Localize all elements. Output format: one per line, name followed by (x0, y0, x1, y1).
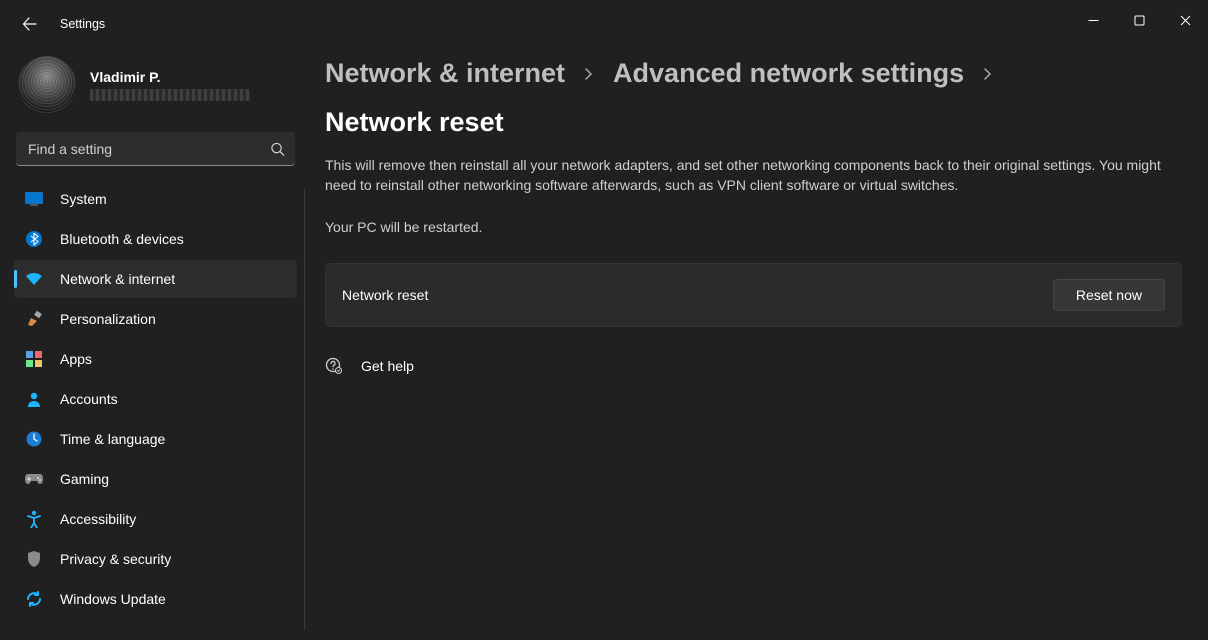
reset-now-button[interactable]: Reset now (1053, 279, 1165, 311)
sidebar-item-personalization[interactable]: Personalization (14, 300, 297, 338)
profile-name: Vladimir P. (90, 69, 250, 85)
window-controls (1070, 0, 1208, 40)
sidebar-item-label: Bluetooth & devices (60, 231, 184, 247)
minimize-button[interactable] (1070, 0, 1116, 40)
search-icon (270, 142, 285, 157)
sidebar-item-label: Personalization (60, 311, 156, 327)
wifi-icon (24, 269, 44, 289)
sync-icon (24, 589, 44, 609)
paintbrush-icon (24, 309, 44, 329)
sidebar-item-accessibility[interactable]: Accessibility (14, 500, 297, 538)
sidebar-item-apps[interactable]: Apps (14, 340, 297, 378)
profile-email-redacted (90, 89, 250, 101)
main-content: Network & internet Advanced network sett… (305, 48, 1208, 640)
sidebar-item-network[interactable]: Network & internet (14, 260, 297, 298)
chevron-right-icon (982, 64, 994, 85)
sidebar-item-label: Accounts (60, 391, 118, 407)
sidebar-item-label: Gaming (60, 471, 109, 487)
system-icon (24, 189, 44, 209)
network-reset-card: Network reset Reset now (325, 263, 1182, 327)
sidebar-item-label: Privacy & security (60, 551, 171, 567)
sidebar-item-privacy[interactable]: Privacy & security (14, 540, 297, 578)
sidebar-divider (304, 188, 305, 630)
sidebar: Vladimir P. System Bluetooth & devic (0, 48, 305, 640)
close-button[interactable] (1162, 0, 1208, 40)
sidebar-item-label: Windows Update (60, 591, 166, 607)
clock-globe-icon (24, 429, 44, 449)
help-label: Get help (361, 358, 414, 374)
maximize-icon (1134, 15, 1145, 26)
bluetooth-icon (24, 229, 44, 249)
window-title: Settings (60, 17, 105, 31)
sidebar-item-gaming[interactable]: Gaming (14, 460, 297, 498)
sidebar-item-time-language[interactable]: Time & language (14, 420, 297, 458)
accessibility-icon (24, 509, 44, 529)
search-input[interactable] (16, 132, 295, 166)
minimize-icon (1088, 15, 1099, 26)
sidebar-item-label: System (60, 191, 107, 207)
get-help-link[interactable]: Get help (325, 357, 414, 375)
maximize-button[interactable] (1116, 0, 1162, 40)
arrow-left-icon (22, 16, 38, 32)
sidebar-item-label: Time & language (60, 431, 165, 447)
card-label: Network reset (342, 287, 428, 303)
apps-icon (24, 349, 44, 369)
breadcrumb-item-advanced[interactable]: Advanced network settings (613, 58, 964, 89)
person-icon (24, 389, 44, 409)
close-icon (1180, 15, 1191, 26)
help-icon (325, 357, 343, 375)
search-field[interactable] (16, 132, 295, 166)
chevron-right-icon (583, 64, 595, 85)
sidebar-item-label: Apps (60, 351, 92, 367)
breadcrumb: Network & internet Advanced network sett… (325, 58, 1182, 138)
restart-note: Your PC will be restarted. (325, 219, 1182, 235)
titlebar: Settings (0, 0, 1208, 48)
gamepad-icon (24, 469, 44, 489)
sidebar-item-label: Accessibility (60, 511, 136, 527)
avatar (18, 56, 76, 114)
breadcrumb-item-current: Network reset (325, 107, 504, 138)
sidebar-item-windows-update[interactable]: Windows Update (14, 580, 297, 618)
profile-block[interactable]: Vladimir P. (14, 48, 297, 132)
shield-icon (24, 549, 44, 569)
sidebar-item-system[interactable]: System (14, 180, 297, 218)
sidebar-nav: System Bluetooth & devices Network & int… (14, 180, 297, 618)
sidebar-item-bluetooth[interactable]: Bluetooth & devices (14, 220, 297, 258)
breadcrumb-item-network[interactable]: Network & internet (325, 58, 565, 89)
sidebar-item-accounts[interactable]: Accounts (14, 380, 297, 418)
back-button[interactable] (14, 8, 46, 40)
sidebar-item-label: Network & internet (60, 271, 175, 287)
page-description: This will remove then reinstall all your… (325, 156, 1182, 195)
